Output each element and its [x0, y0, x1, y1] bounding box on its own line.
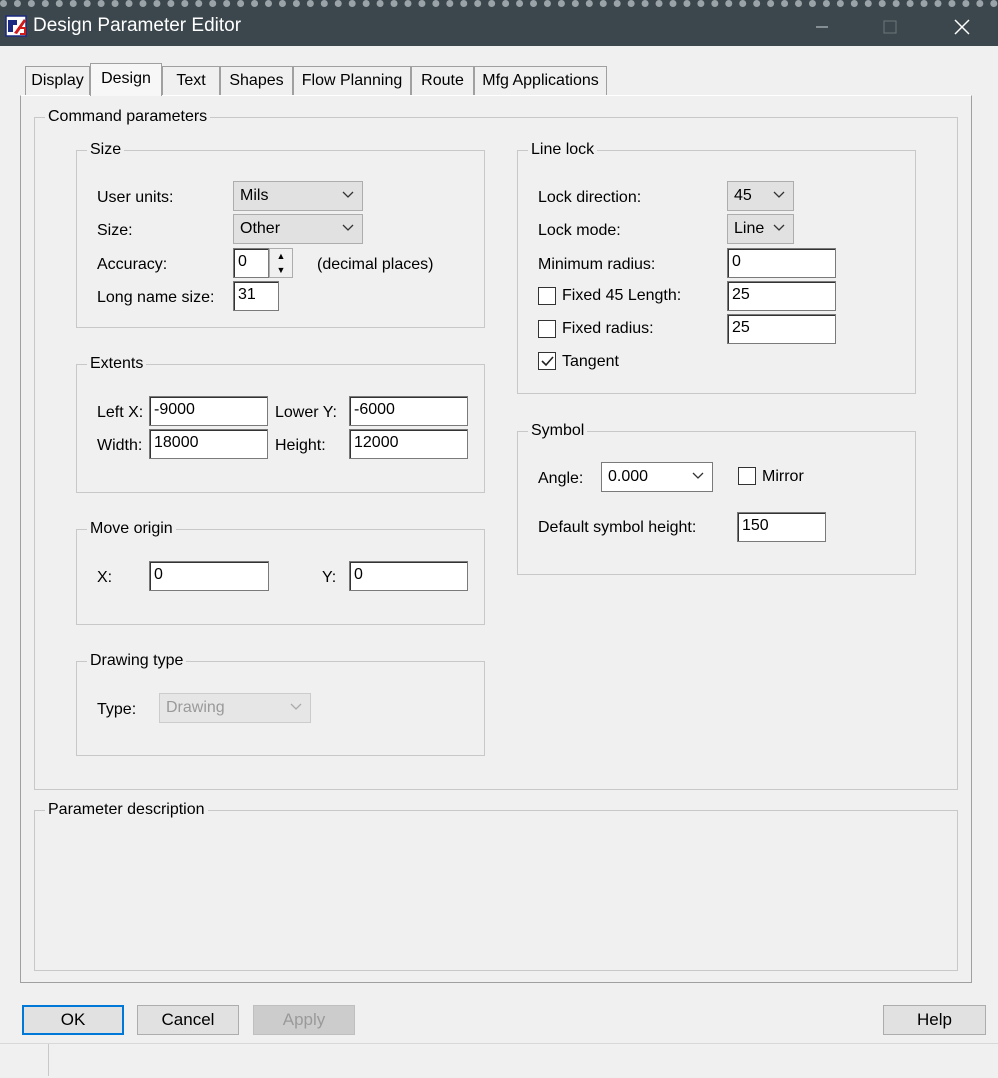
line-lock-legend: Line lock	[528, 140, 598, 160]
extents-legend: Extents	[87, 354, 147, 374]
size-value: Other	[240, 220, 281, 237]
long-name-size-label: Long name size:	[97, 289, 215, 306]
chevron-down-icon	[342, 224, 354, 231]
accuracy-suffix: (decimal places)	[317, 256, 434, 273]
checkmark-icon	[541, 356, 554, 367]
dialog-window: Design Parameter Editor Display Design T…	[0, 0, 998, 1078]
help-button[interactable]: Help	[883, 1005, 986, 1035]
spin-down-icon[interactable]: ▼	[270, 263, 292, 277]
window-title: Design Parameter Editor	[33, 15, 242, 36]
parameter-description-legend: Parameter description	[45, 800, 208, 820]
origin-x-label: X:	[97, 569, 113, 586]
tab-flow-planning[interactable]: Flow Planning	[293, 66, 411, 95]
tab-display[interactable]: Display	[25, 66, 90, 95]
minimum-radius-label: Minimum radius:	[538, 256, 656, 273]
maximize-icon	[883, 20, 897, 33]
drawing-type-legend: Drawing type	[87, 651, 187, 671]
accuracy-label: Accuracy:	[97, 256, 168, 273]
lower-y-field[interactable]: -6000	[349, 396, 468, 426]
chevron-down-icon	[773, 191, 785, 198]
lower-y-label: Lower Y:	[275, 404, 337, 421]
long-name-size-field[interactable]: 31	[233, 281, 279, 311]
size-label: Size:	[97, 222, 133, 239]
minimize-button[interactable]	[788, 7, 856, 46]
status-divider	[48, 1044, 49, 1076]
origin-y-label: Y:	[322, 569, 337, 586]
lock-mode-value: Line	[734, 220, 765, 237]
origin-y-field[interactable]: 0	[349, 561, 468, 591]
chevron-down-icon	[342, 191, 354, 198]
parameter-description-group: Parameter description	[34, 800, 958, 971]
maximize-button[interactable]	[856, 7, 924, 46]
accuracy-field[interactable]: 0	[233, 248, 269, 278]
type-label: Type:	[97, 701, 137, 718]
tab-shapes[interactable]: Shapes	[220, 66, 293, 95]
height-label: Height:	[275, 437, 326, 454]
angle-combo[interactable]: 0.000	[601, 462, 713, 492]
tab-route[interactable]: Route	[411, 66, 474, 95]
app-icon	[5, 15, 27, 37]
angle-value: 0.000	[608, 468, 649, 485]
lock-mode-select[interactable]: Line	[727, 214, 794, 244]
width-label: Width:	[97, 437, 143, 454]
status-bar	[0, 1043, 998, 1078]
move-origin-legend: Move origin	[87, 519, 176, 539]
tab-mfg-applications[interactable]: Mfg Applications	[474, 66, 607, 95]
cancel-button[interactable]: Cancel	[137, 1005, 239, 1035]
user-units-label: User units:	[97, 189, 174, 206]
tab-design[interactable]: Design	[90, 63, 162, 96]
lock-mode-label: Lock mode:	[538, 222, 621, 239]
chevron-down-icon	[692, 472, 704, 479]
fixed-45-length-label: Fixed 45 Length:	[562, 287, 682, 304]
lock-direction-label: Lock direction:	[538, 189, 642, 206]
default-symbol-height-field[interactable]: 150	[737, 512, 826, 542]
size-select[interactable]: Other	[233, 214, 363, 244]
height-field[interactable]: 12000	[349, 429, 468, 459]
fixed-45-length-field[interactable]: 25	[727, 281, 836, 311]
lock-direction-value: 45	[734, 187, 752, 204]
apply-button[interactable]: Apply	[253, 1005, 355, 1035]
tab-strip: Display Design Text Shapes Flow Planning…	[22, 63, 972, 96]
size-legend: Size	[87, 140, 125, 160]
left-x-field[interactable]: -9000	[149, 396, 268, 426]
ok-button[interactable]: OK	[22, 1005, 124, 1035]
drawing-type-select[interactable]: Drawing	[159, 693, 311, 723]
tab-text[interactable]: Text	[162, 66, 220, 95]
title-bar[interactable]: Design Parameter Editor	[0, 0, 998, 46]
fixed-radius-label: Fixed radius:	[562, 320, 654, 337]
symbol-legend: Symbol	[528, 421, 588, 441]
command-parameters-legend: Command parameters	[45, 107, 211, 127]
close-icon	[954, 18, 970, 35]
symbol-group: Symbol	[517, 421, 916, 575]
fixed-radius-field[interactable]: 25	[727, 314, 836, 344]
default-symbol-height-label: Default symbol height:	[538, 519, 697, 536]
tangent-label: Tangent	[562, 353, 619, 370]
origin-x-field[interactable]: 0	[149, 561, 269, 591]
user-units-value: Mils	[240, 187, 269, 204]
spin-up-icon[interactable]: ▲	[270, 249, 292, 263]
width-field[interactable]: 18000	[149, 429, 268, 459]
accuracy-spinner[interactable]: ▲ ▼	[269, 248, 293, 278]
left-x-label: Left X:	[97, 404, 144, 421]
close-button[interactable]	[928, 7, 996, 46]
mirror-label: Mirror	[762, 468, 804, 485]
tangent-checkbox[interactable]	[538, 352, 556, 370]
chevron-down-icon	[290, 703, 302, 710]
lock-direction-select[interactable]: 45	[727, 181, 794, 211]
angle-label: Angle:	[538, 470, 584, 487]
chevron-down-icon	[773, 224, 785, 231]
mirror-checkbox[interactable]	[738, 467, 756, 485]
fixed-45-length-checkbox[interactable]	[538, 287, 556, 305]
minimize-icon	[816, 26, 828, 27]
user-units-select[interactable]: Mils	[233, 181, 363, 211]
drawing-type-value: Drawing	[166, 699, 225, 716]
fixed-radius-checkbox[interactable]	[538, 320, 556, 338]
minimum-radius-field[interactable]: 0	[727, 248, 836, 278]
